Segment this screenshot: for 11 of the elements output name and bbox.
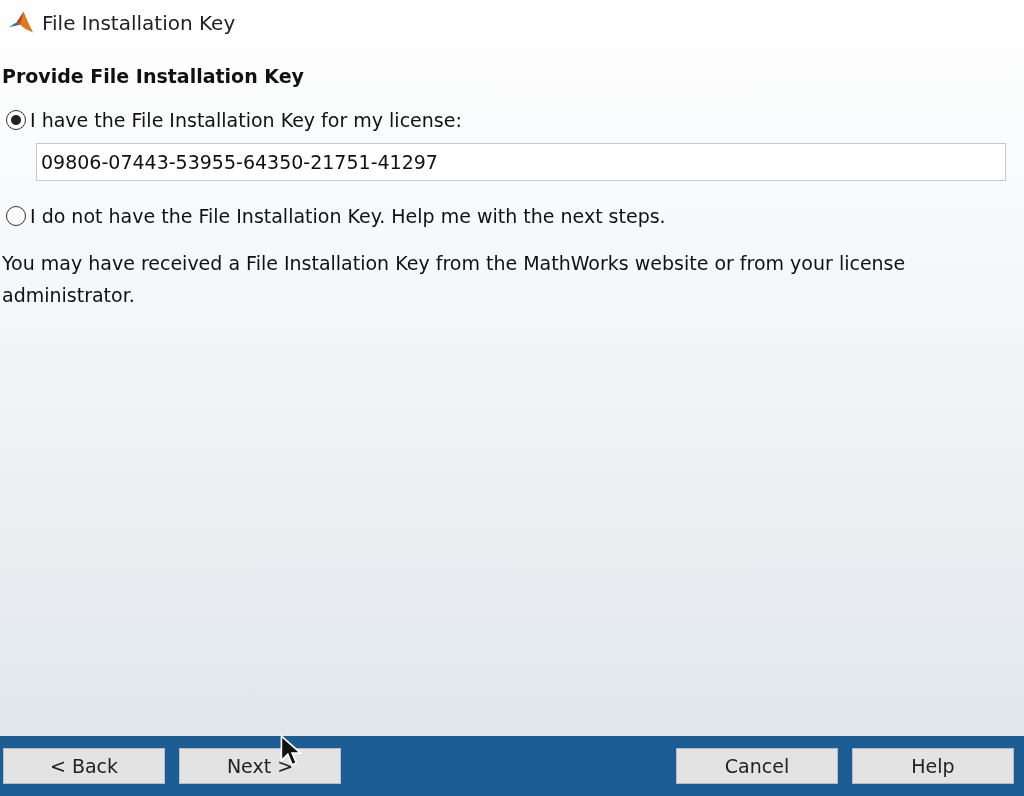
key-field[interactable]: 09806-07443-53955-64350-21751-41297 [36,143,1006,181]
radio-button[interactable] [6,110,26,130]
cancel-button[interactable]: Cancel [676,748,838,784]
back-button[interactable]: < Back [3,748,165,784]
section-heading: Provide File Installation Key [2,65,305,87]
info-text: You may have received a File Installation Key from the MathWorks website or from your license administrator. [2,251,907,308]
help-button[interactable]: Help [852,748,1014,784]
radio-button[interactable] [6,206,26,226]
window-title: File Installation Key [42,10,236,35]
radio-label[interactable]: I have the File Installation Key for my license: [30,109,462,131]
radio-label[interactable]: I do not have the File Installation Key. Help me with the next steps. [30,205,666,227]
